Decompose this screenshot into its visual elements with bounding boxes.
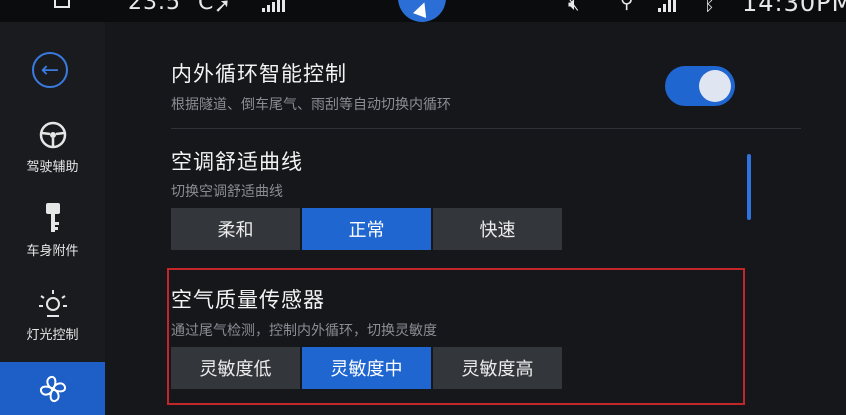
sidebar: ← 驾驶辅助 车身附件 灯光控制 bbox=[0, 22, 106, 415]
arrow-left-icon: ← bbox=[40, 57, 60, 83]
option-sensitivity-low[interactable]: 灵敏度低 bbox=[171, 347, 300, 389]
option-normal[interactable]: 正常 bbox=[302, 208, 431, 250]
option-gentle[interactable]: 柔和 bbox=[171, 208, 300, 250]
home-icon[interactable] bbox=[54, 0, 70, 8]
scrollbar[interactable] bbox=[747, 154, 751, 220]
sidebar-item-driving-assist[interactable]: 驾驶辅助 bbox=[0, 118, 105, 175]
recirculation-title: 内外循环智能控制 bbox=[171, 62, 347, 86]
recirculation-subtitle: 根据隧道、倒车尾气、雨刮等自动切换内循环 bbox=[171, 97, 451, 113]
recirculation-toggle[interactable] bbox=[665, 66, 735, 106]
key-icon bbox=[0, 202, 105, 236]
air-quality-sensor-subtitle: 通过尾气检测，控制内外循环，切换灵敏度 bbox=[171, 323, 437, 339]
wifi-icon: ⚲ bbox=[620, 0, 634, 13]
air-quality-sensor-title: 空气质量传感器 bbox=[171, 288, 325, 312]
sidebar-item-label: 驾驶辅助 bbox=[26, 160, 79, 175]
fan-icon bbox=[0, 362, 105, 415]
comfort-curve-subtitle: 切换空调舒适曲线 bbox=[171, 184, 283, 200]
option-sensitivity-medium[interactable]: 灵敏度中 bbox=[302, 347, 431, 389]
compass-icon[interactable] bbox=[398, 0, 446, 22]
sidebar-item-body-accessories[interactable]: 车身附件 bbox=[0, 202, 105, 259]
clock: 14:30PM bbox=[742, 0, 846, 17]
sensitivity-selector: 灵敏度低 灵敏度中 灵敏度高 bbox=[171, 347, 562, 389]
comfort-curve-selector: 柔和 正常 快速 bbox=[171, 208, 562, 250]
bluetooth-icon: ᛒ bbox=[704, 0, 715, 15]
toggle-knob bbox=[699, 70, 731, 102]
comfort-curve-title: 空调舒适曲线 bbox=[171, 150, 303, 174]
light-icon bbox=[0, 286, 105, 320]
navigation-icon: ➚ bbox=[214, 0, 231, 17]
cellular-signal-icon bbox=[658, 0, 676, 12]
sidebar-item-label: 灯光控制 bbox=[26, 328, 79, 343]
status-bar: 23.5 ℃ ➚ 🔇︎ ⚲ ᛒ 14:30PM bbox=[0, 0, 846, 22]
sidebar-item-label: 车身附件 bbox=[26, 244, 79, 259]
signal-icon bbox=[262, 0, 285, 12]
settings-panel: 内外循环智能控制 根据隧道、倒车尾气、雨刮等自动切换内循环 空调舒适曲线 切换空… bbox=[105, 22, 846, 415]
divider bbox=[171, 128, 801, 129]
option-sensitivity-high[interactable]: 灵敏度高 bbox=[433, 347, 562, 389]
temperature-readout: 23.5 ℃ bbox=[128, 0, 215, 15]
steering-wheel-icon bbox=[0, 118, 105, 152]
sidebar-item-lighting-control[interactable]: 灯光控制 bbox=[0, 286, 105, 343]
volume-mute-icon: 🔇︎ bbox=[568, 0, 580, 15]
sidebar-item-climate[interactable] bbox=[0, 362, 105, 415]
back-button[interactable]: ← bbox=[32, 52, 68, 88]
option-fast[interactable]: 快速 bbox=[433, 208, 562, 250]
